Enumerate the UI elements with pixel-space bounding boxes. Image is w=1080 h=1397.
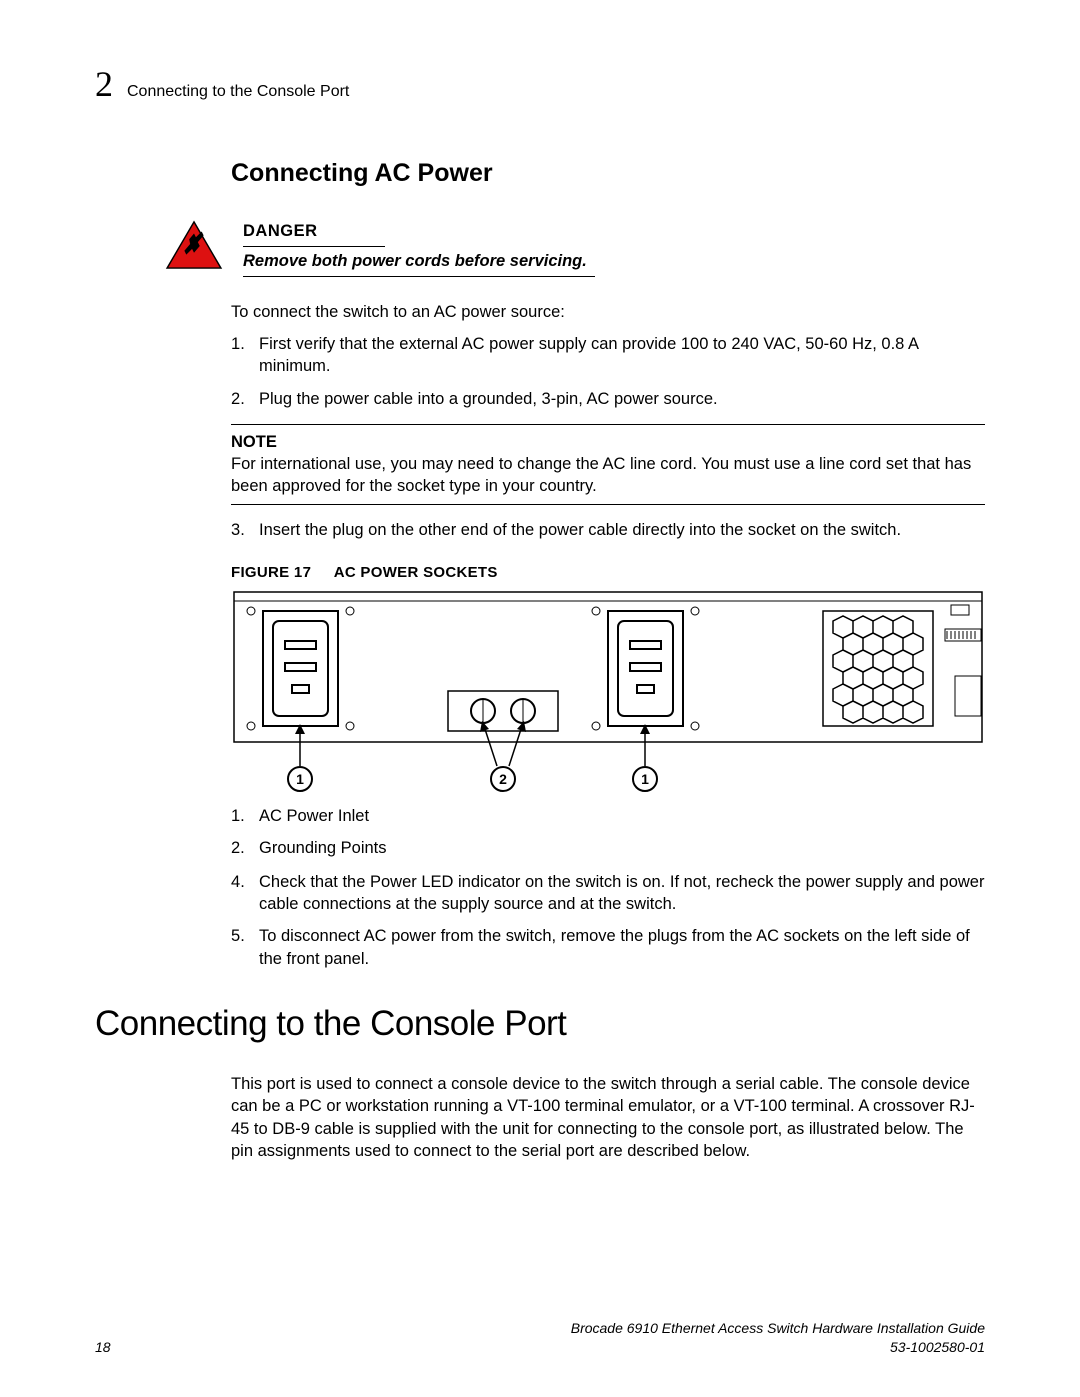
step-3: Insert the plug on the other end of the … (231, 519, 985, 541)
procedure-steps: First verify that the external AC power … (231, 333, 985, 410)
note-label: NOTE (231, 431, 985, 453)
intro-paragraph: To connect the switch to an AC power sou… (231, 301, 985, 323)
page-footer: 18 Brocade 6910 Ethernet Access Switch H… (95, 1319, 985, 1357)
step-1: First verify that the external AC power … (231, 333, 985, 378)
figure-label: FIGURE 17 (231, 564, 311, 581)
console-intro-paragraph: This port is used to connect a console d… (231, 1073, 985, 1162)
step-2: Plug the power cable into a grounded, 3-… (231, 388, 985, 410)
running-header-title: Connecting to the Console Port (127, 81, 349, 103)
danger-label: DANGER (243, 220, 385, 246)
figure-legend: 1.AC Power Inlet 2.Grounding Points (231, 805, 985, 859)
procedure-steps-cont: Insert the plug on the other end of the … (231, 519, 985, 541)
danger-text: Remove both power cords before servicing… (243, 250, 595, 277)
callout-1: 1 (296, 771, 304, 787)
danger-admonition: DANGER Remove both power cords before se… (165, 220, 985, 277)
heading-connecting-console-port: Connecting to the Console Port (95, 1000, 985, 1047)
chapter-number: 2 (95, 60, 113, 109)
legend-item-1: 1.AC Power Inlet (231, 805, 985, 827)
footer-doc-title: Brocade 6910 Ethernet Access Switch Hard… (571, 1319, 985, 1338)
footer-doc-number: 53-1002580-01 (571, 1338, 985, 1357)
figure-caption: FIGURE 17 AC POWER SOCKETS (231, 563, 985, 583)
page-number: 18 (95, 1338, 111, 1357)
note-text: For international use, you may need to c… (231, 453, 985, 498)
step-4: Check that the Power LED indicator on th… (231, 871, 985, 916)
callout-2: 2 (499, 771, 507, 787)
figure-ac-power-sockets: 1 2 1 (231, 591, 985, 797)
figure-title: AC POWER SOCKETS (334, 564, 498, 581)
callout-3: 1 (641, 771, 649, 787)
danger-triangle-icon (165, 220, 223, 276)
heading-connecting-ac-power: Connecting AC Power (231, 157, 985, 191)
page-header: 2 Connecting to the Console Port (95, 60, 985, 109)
legend-item-2: 2.Grounding Points (231, 837, 985, 859)
procedure-steps-cont2: Check that the Power LED indicator on th… (231, 871, 985, 970)
note-admonition: NOTE For international use, you may need… (231, 424, 985, 505)
step-5: To disconnect AC power from the switch, … (231, 925, 985, 970)
